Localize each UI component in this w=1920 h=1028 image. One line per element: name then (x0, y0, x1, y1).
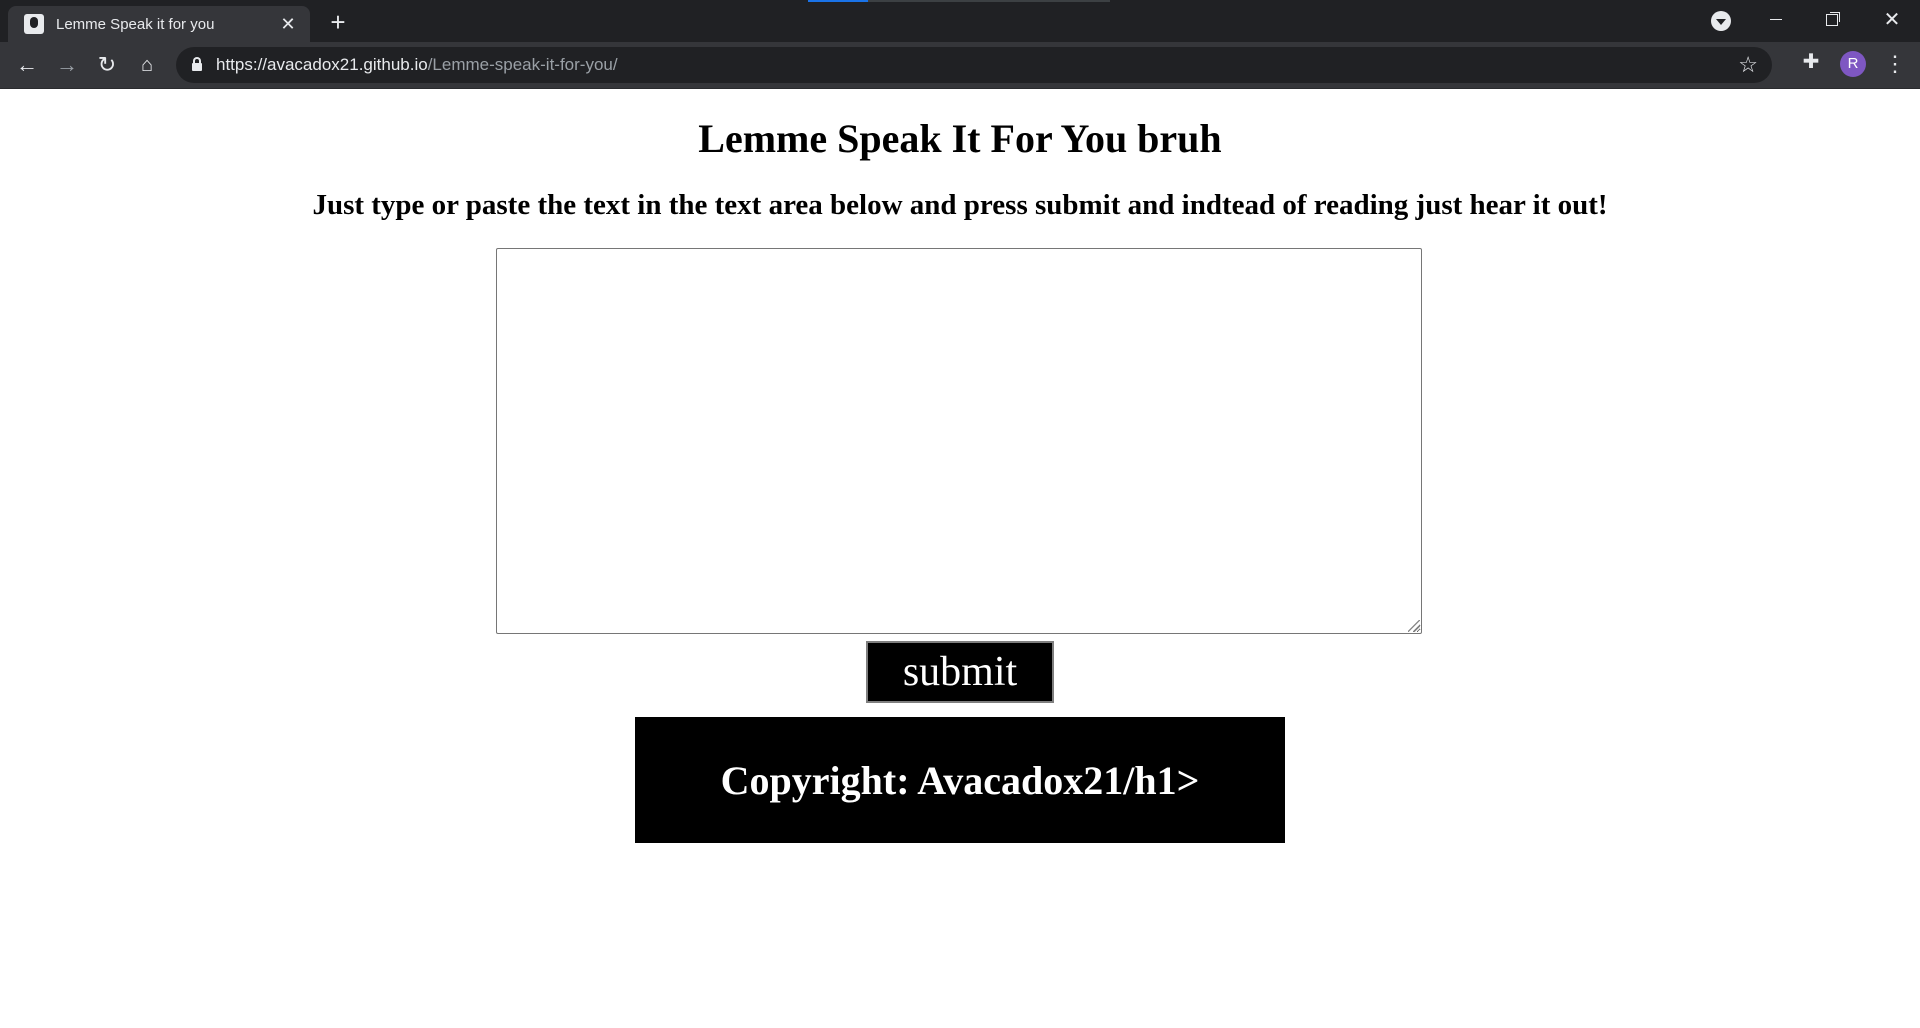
browser-toolbar: ← → ↻ ⌂ https://avacadox21.github.io/Lem… (0, 42, 1920, 89)
tab-title: Lemme Speak it for you (56, 15, 215, 33)
forward-icon[interactable]: → (52, 50, 82, 80)
lock-icon[interactable] (192, 57, 202, 71)
address-bar[interactable]: https://avacadox21.github.io/Lemme-speak… (176, 47, 1772, 83)
browser-tab[interactable]: Lemme Speak it for you ✕ (8, 6, 310, 42)
window-close-button[interactable]: ✕ (1864, 0, 1920, 42)
minimize-button[interactable] (1748, 0, 1804, 42)
profile-avatar[interactable]: R (1840, 51, 1866, 77)
speech-text-input[interactable] (496, 248, 1422, 634)
loading-indicator (808, 0, 1110, 2)
url-host[interactable]: https://avacadox21.github.io (216, 55, 428, 75)
footer: Copyright: Avacadox21/h1> (635, 717, 1285, 843)
extensions-puzzle-icon[interactable]: ✚ (1800, 51, 1822, 73)
bookmark-star-icon[interactable]: ☆ (1738, 53, 1758, 77)
page-subtitle: Just type or paste the text in the text … (312, 189, 1608, 221)
reload-icon[interactable]: ↻ (92, 50, 122, 80)
submit-button[interactable]: submit (866, 641, 1054, 703)
page-title: Lemme Speak It For You bruh (698, 116, 1222, 161)
browser-menu-icon[interactable]: ⋮ (1884, 51, 1906, 77)
tab-strip: Lemme Speak it for you ✕ + ✕ (0, 0, 1920, 42)
page-content: Lemme Speak It For You bruh Just type or… (0, 89, 1920, 1028)
copyright-text: Copyright: Avacadox21/h1> (720, 757, 1200, 803)
new-tab-button[interactable]: + (324, 8, 352, 36)
close-tab-icon[interactable]: ✕ (276, 12, 300, 36)
microphone-favicon-icon (24, 14, 44, 34)
back-icon[interactable]: ← (12, 50, 42, 80)
restore-button[interactable] (1804, 0, 1860, 42)
home-icon[interactable]: ⌂ (132, 50, 162, 80)
tab-search-dropdown-icon[interactable] (1711, 11, 1731, 31)
url-path[interactable]: /Lemme-speak-it-for-you/ (428, 55, 618, 75)
